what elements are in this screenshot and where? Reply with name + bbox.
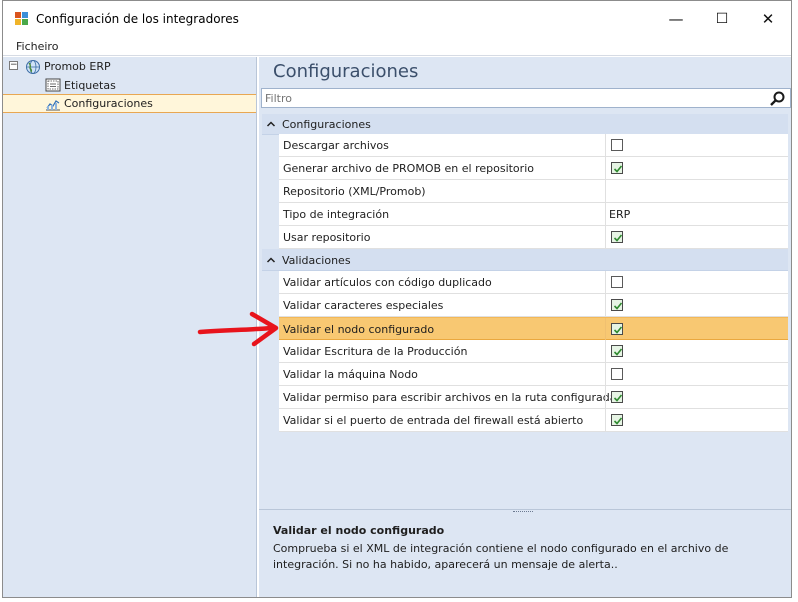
property-row[interactable]: Validar la máquina Nodo — [279, 363, 788, 386]
property-value[interactable] — [605, 340, 788, 362]
checkmark-icon — [613, 326, 623, 334]
property-panel: Configuraciones Configuraciones Descarga… — [259, 57, 791, 597]
property-row-selected[interactable]: Validar el nodo configurado — [279, 317, 788, 340]
property-row[interactable]: Validar artículos con código duplicado — [279, 271, 788, 294]
checkmark-icon — [613, 302, 623, 310]
description-pane: Validar el nodo configurado Comprueba si… — [259, 516, 791, 597]
splitter-grip-icon[interactable] — [513, 511, 533, 514]
tree-collapse-toggle[interactable]: − — [9, 61, 18, 70]
menu-bar: Ficheiro — [3, 37, 791, 56]
config-chart-icon — [45, 97, 61, 111]
minimize-button[interactable]: — — [653, 1, 699, 37]
property-name: Validar permiso para escribir archivos e… — [283, 391, 617, 404]
navigation-tree: − Promob ERP Etiquetas Configuraciones — [3, 57, 257, 597]
category-validaciones[interactable]: Validaciones — [262, 249, 788, 271]
category-label: Validaciones — [282, 254, 351, 267]
property-value[interactable] — [605, 294, 788, 316]
property-name: Validar si el puerto de entrada del fire… — [283, 414, 584, 427]
menu-file[interactable]: Ficheiro — [16, 40, 58, 53]
checkbox-checked[interactable] — [611, 391, 623, 403]
tree-node-promob-erp[interactable]: Promob ERP — [25, 57, 111, 75]
tree-node-label: Etiquetas — [64, 78, 116, 92]
title-bar[interactable]: Configuración de los integradores — ☐ ✕ — [3, 1, 791, 37]
checkmark-icon — [613, 234, 623, 242]
globe-icon — [25, 59, 41, 74]
category-label: Configuraciones — [282, 118, 371, 131]
property-value[interactable]: ERP — [605, 203, 788, 225]
property-name: Tipo de integración — [283, 208, 390, 221]
checkbox[interactable] — [611, 368, 623, 380]
description-title: Validar el nodo configurado — [273, 524, 445, 537]
property-value[interactable] — [605, 226, 788, 248]
property-name: Validar Escritura de la Producción — [283, 345, 468, 358]
property-row[interactable]: Tipo de integración ERP — [279, 203, 788, 226]
panel-title: Configuraciones — [273, 61, 419, 82]
checkmark-icon — [613, 165, 623, 173]
checkbox-checked[interactable] — [611, 231, 623, 243]
property-row[interactable]: Repositorio (XML/Promob) — [279, 180, 788, 203]
property-name: Repositorio (XML/Promob) — [283, 185, 426, 198]
checkbox-checked[interactable] — [611, 414, 623, 426]
property-value[interactable] — [605, 363, 788, 385]
property-name: Descargar archivos — [283, 139, 389, 152]
property-value-text: ERP — [609, 208, 631, 221]
checkbox[interactable] — [611, 139, 623, 151]
window-title: Configuración de los integradores — [36, 12, 239, 26]
checkmark-icon — [613, 348, 623, 356]
property-row[interactable]: Validar Escritura de la Producción — [279, 340, 788, 363]
tree-node-label: Configuraciones — [64, 97, 153, 110]
property-name: Validar artículos con código duplicado — [283, 276, 492, 289]
search-icon[interactable] — [769, 90, 786, 107]
close-button[interactable]: ✕ — [745, 1, 791, 37]
app-icon — [15, 12, 29, 26]
property-value[interactable] — [605, 180, 788, 202]
checkmark-icon — [613, 417, 623, 425]
property-value[interactable] — [605, 409, 788, 431]
checkbox-checked[interactable] — [611, 299, 623, 311]
filter-box[interactable] — [261, 88, 791, 108]
property-name: Validar caracteres especiales — [283, 299, 444, 312]
tree-node-configuraciones[interactable]: Configuraciones — [45, 94, 153, 113]
property-name: Validar la máquina Nodo — [283, 368, 418, 381]
checkmark-icon — [613, 394, 623, 402]
chevron-up-icon[interactable] — [266, 119, 276, 129]
description-text: Comprueba si el XML de integración conti… — [273, 542, 729, 571]
filter-input[interactable] — [265, 91, 755, 105]
property-name: Validar el nodo configurado — [283, 323, 435, 336]
chevron-up-icon[interactable] — [266, 255, 276, 265]
maximize-button[interactable]: ☐ — [699, 1, 745, 37]
checkbox-checked[interactable] — [611, 162, 623, 174]
tree-node-etiquetas[interactable]: Etiquetas — [45, 76, 116, 94]
label-grid-icon — [45, 78, 61, 92]
property-row[interactable]: Validar si el puerto de entrada del fire… — [279, 409, 788, 432]
description-splitter[interactable] — [259, 509, 791, 515]
checkbox[interactable] — [611, 276, 623, 288]
property-value[interactable] — [605, 318, 788, 340]
property-row[interactable]: Validar caracteres especiales — [279, 294, 788, 317]
property-row[interactable]: Descargar archivos — [279, 134, 788, 157]
property-name: Generar archivo de PROMOB en el reposito… — [283, 162, 534, 175]
tree-node-label: Promob ERP — [44, 59, 111, 73]
property-row[interactable]: Validar permiso para escribir archivos e… — [279, 386, 788, 409]
property-value[interactable] — [605, 271, 788, 293]
category-configuraciones[interactable]: Configuraciones — [262, 114, 788, 135]
integrators-config-window: Configuración de los integradores — ☐ ✕ … — [2, 0, 792, 598]
property-value[interactable] — [605, 157, 788, 179]
property-name: Usar repositorio — [283, 231, 371, 244]
property-row[interactable]: Usar repositorio — [279, 226, 788, 249]
property-value[interactable] — [605, 386, 788, 408]
checkbox-checked[interactable] — [611, 345, 623, 357]
property-value[interactable] — [605, 134, 788, 156]
checkbox-checked[interactable] — [611, 323, 623, 335]
property-row[interactable]: Generar archivo de PROMOB en el reposito… — [279, 157, 788, 180]
